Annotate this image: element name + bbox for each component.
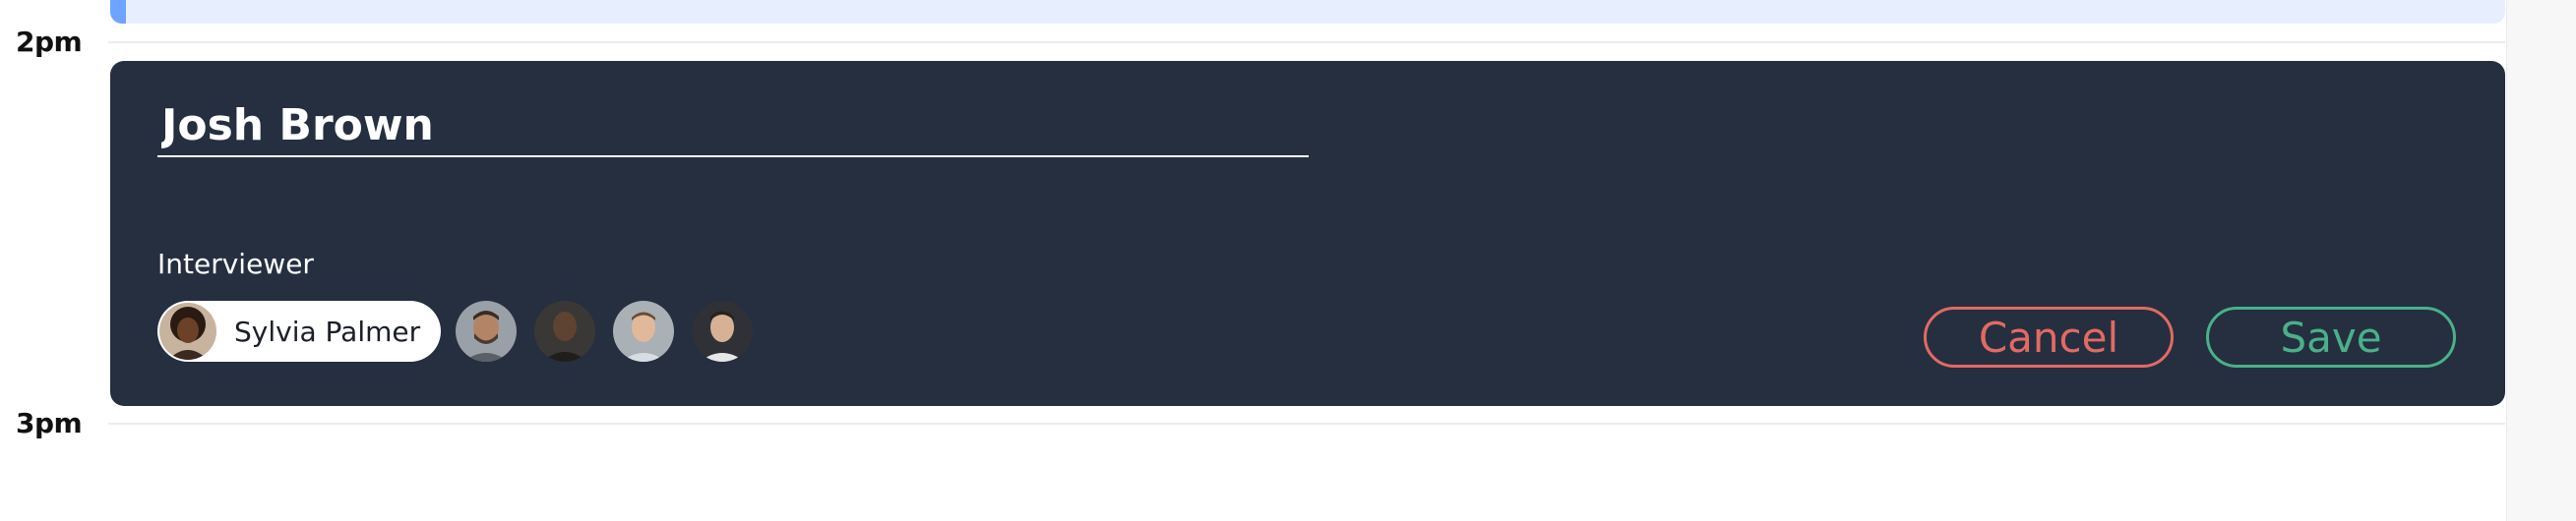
cancel-button[interactable]: Cancel	[1924, 307, 2174, 368]
previous-appointment[interactable]	[110, 0, 2505, 24]
save-button[interactable]: Save	[2206, 307, 2456, 368]
interviewer-label: Interviewer	[157, 248, 314, 280]
time-label-2pm: 2pm	[16, 26, 83, 58]
appointment-editor: Interviewer Sylvia Palmer	[110, 61, 2505, 406]
hour-divider	[108, 41, 2505, 43]
scrollbar-track[interactable]	[2506, 0, 2576, 521]
avatar-photo-icon[interactable]	[456, 301, 517, 362]
avatar-photo-icon[interactable]	[534, 301, 595, 362]
selected-interviewer-chip[interactable]: Sylvia Palmer	[157, 301, 441, 362]
calendar-day-view: 2pm 3pm Interviewer Sylvia Palmer	[0, 0, 2576, 521]
time-label-3pm: 3pm	[16, 407, 83, 439]
avatar-photo-icon	[159, 303, 216, 360]
avatar-photo-icon[interactable]	[692, 301, 753, 362]
student-name-input[interactable]	[157, 98, 1309, 157]
interviewer-name: Sylvia Palmer	[234, 315, 421, 348]
avatar-photo-icon[interactable]	[613, 301, 674, 362]
hour-divider	[108, 423, 2505, 425]
appointment-accent-bar	[110, 0, 126, 24]
